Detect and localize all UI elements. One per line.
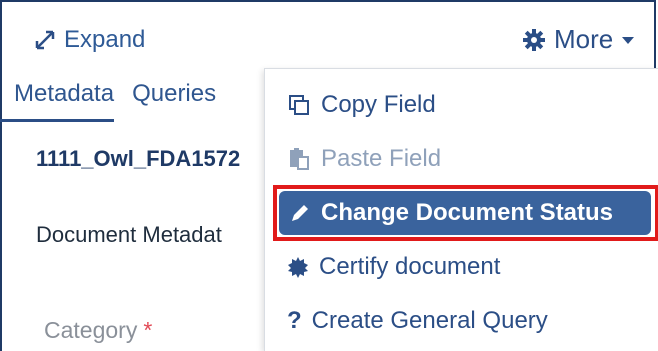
expand-button[interactable]: Expand: [34, 26, 145, 54]
certificate-icon: [287, 256, 309, 278]
paste-icon: [287, 147, 311, 171]
menu-item-certify-document[interactable]: Certify document: [287, 253, 500, 281]
caret-down-icon: [621, 35, 635, 45]
menu-item-label: Certify document: [319, 253, 501, 280]
menu-item-label: Paste Field: [321, 145, 442, 172]
more-label: More: [554, 24, 614, 54]
required-marker: *: [143, 317, 153, 343]
menu-item-create-general-query[interactable]: ? Create General Query: [287, 307, 548, 335]
tab-metadata[interactable]: Metadata: [0, 80, 115, 122]
highlight-box: Change Document Status: [273, 185, 658, 241]
more-menu-button[interactable]: More: [522, 24, 635, 55]
category-label: Category: [44, 317, 138, 343]
document-name: 1111_Owl_FDA1572: [36, 146, 241, 171]
expand-label: Expand: [64, 26, 146, 53]
tab-queries[interactable]: Queries: [132, 80, 216, 116]
tab-bar: Metadata Queries: [0, 80, 216, 122]
menu-item-label: Copy Field: [321, 91, 436, 118]
pencil-icon: [289, 202, 311, 224]
more-dropdown-menu: Copy Field Paste Field Change Document S…: [264, 68, 658, 351]
menu-item-change-document-status[interactable]: Change Document Status: [279, 191, 651, 235]
menu-item-paste-field: Paste Field: [287, 145, 441, 173]
gear-icon: [522, 28, 546, 52]
menu-item-label: Create General Query: [311, 307, 548, 334]
category-field-label: Category *: [44, 317, 152, 344]
document-metadata-heading: Document Metadat: [36, 222, 222, 247]
menu-item-copy-field[interactable]: Copy Field: [287, 91, 436, 119]
menu-item-label: Change Document Status: [321, 199, 614, 226]
question-icon: ?: [287, 307, 302, 334]
expand-arrows-icon: [34, 29, 56, 51]
copy-icon: [287, 93, 311, 117]
